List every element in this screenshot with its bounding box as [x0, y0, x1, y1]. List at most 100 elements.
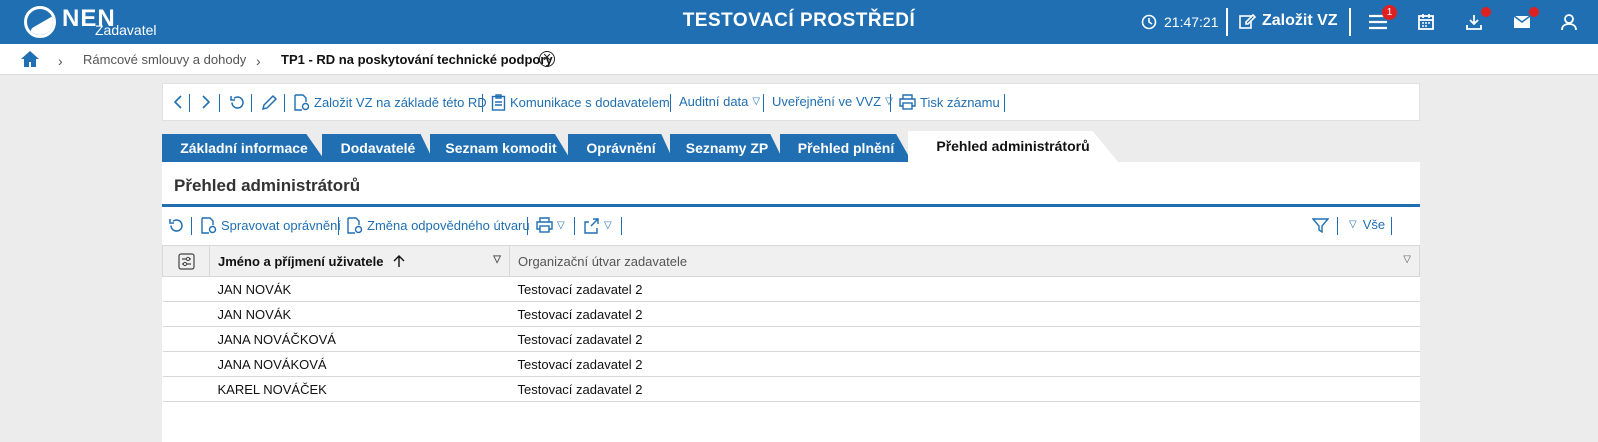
divider: [1349, 8, 1351, 36]
user-profile-button[interactable]: [1558, 11, 1580, 33]
table-header-row: Jméno a příjmení uživatele ▽ Organizační…: [162, 245, 1420, 277]
divider: [890, 94, 891, 112]
change-unit-label: Změna odpovědného útvaru: [367, 218, 530, 233]
breadcrumb: › Rámcové smlouvy a dohody › TP1 - RD na…: [0, 44, 1598, 75]
menu-badge: 1: [1382, 5, 1397, 20]
tab-basic-info[interactable]: Základní informace: [162, 134, 326, 162]
chevron-left-icon: [173, 95, 182, 109]
caret-down-icon: ▽: [752, 96, 761, 107]
refresh-button[interactable]: [229, 94, 250, 111]
column-filter-icon[interactable]: ▽: [1403, 254, 1411, 265]
divider: [1226, 8, 1228, 36]
cell-org-unit: Testovací zadavatel 2: [509, 276, 1420, 302]
chevron-right-icon: ›: [256, 53, 261, 69]
menu-button[interactable]: 1: [1367, 5, 1397, 33]
column-header-name[interactable]: Jméno a příjmení uživatele ▽: [209, 245, 510, 277]
home-button[interactable]: [20, 50, 40, 71]
tab-zp-lists[interactable]: Seznamy ZP: [670, 134, 784, 162]
table-row[interactable]: KAREL NOVÁČEK Testovací zadavatel 2: [162, 376, 1420, 402]
refresh-icon: [169, 219, 183, 232]
cell-user-name: JAN NOVÁK: [209, 301, 510, 327]
publish-vvz-dropdown[interactable]: Uveřejnění ve VVZ ▽: [772, 94, 893, 109]
messages-button[interactable]: [1511, 7, 1539, 33]
grid-print-dropdown[interactable]: ▽: [536, 217, 565, 233]
create-vz-button[interactable]: Založit VZ: [1238, 12, 1338, 30]
divider: [574, 217, 575, 235]
grid-toolbar: Spravovat oprávnění Změna odpovědného út…: [162, 207, 1420, 243]
user-icon: [1561, 14, 1577, 31]
view-selector-dropdown[interactable]: ▽ Vše: [1349, 217, 1385, 232]
filter-icon: [1312, 218, 1329, 234]
calendar-icon: [1418, 14, 1434, 30]
export-icon: [584, 218, 599, 234]
environment-title: TESTOVACÍ PROSTŘEDÍ: [682, 10, 916, 31]
tab-permissions[interactable]: Oprávnění: [568, 134, 674, 162]
tab-commodities[interactable]: Seznam komodit: [430, 134, 572, 162]
manage-permissions-button[interactable]: Spravovat oprávnění: [200, 217, 341, 234]
panel-title: Přehled administrátorů: [174, 176, 361, 195]
create-vz-from-rd-button[interactable]: Založit VZ na základě této RD: [293, 94, 487, 111]
cell-org-unit: Testovací zadavatel 2: [509, 351, 1420, 377]
document-gear-icon: [347, 217, 363, 234]
tab-fulfillment[interactable]: Přehled plnění: [780, 134, 912, 162]
create-vz-from-rd-label: Založit VZ na základě této RD: [314, 95, 487, 110]
breadcrumb-current: TP1 - RD na poskytování technické podpor…: [281, 52, 553, 67]
divider: [1337, 217, 1338, 235]
printer-icon: [536, 217, 553, 233]
table-row[interactable]: JAN NOVÁK Testovací zadavatel 2: [162, 276, 1420, 302]
column-header-unit[interactable]: Organizační útvar zadavatele ▽: [509, 245, 1420, 277]
nen-logo-icon: [24, 6, 56, 38]
divider: [621, 217, 622, 235]
print-record-label: Tisk záznamu: [920, 94, 1000, 110]
supplier-communication-button[interactable]: Komunikace s dodavatelem: [491, 94, 670, 111]
download-notification-dot: [1481, 7, 1491, 17]
next-button[interactable]: [201, 94, 215, 110]
print-record-button[interactable]: Tisk záznamu: [899, 94, 1000, 110]
clipboard-icon: [491, 94, 506, 111]
previous-button[interactable]: [173, 94, 187, 110]
column-settings-cell[interactable]: [162, 245, 210, 277]
cell-user-name: JAN NOVÁK: [209, 276, 510, 302]
grid-refresh-button[interactable]: [168, 217, 189, 234]
close-icon[interactable]: ✕: [539, 51, 555, 67]
change-unit-button[interactable]: Změna odpovědného útvaru: [346, 217, 530, 234]
row-select-cell[interactable]: [162, 276, 210, 302]
filter-button[interactable]: [1312, 217, 1333, 234]
divider: [338, 217, 339, 235]
caret-down-icon: ▽: [1349, 219, 1357, 230]
tab-suppliers[interactable]: Dodavatelé: [322, 134, 434, 162]
chevron-right-icon: [202, 95, 211, 109]
tab-administrators[interactable]: Přehled administrátorů: [908, 131, 1118, 162]
edit-button[interactable]: [260, 94, 282, 112]
divider: [251, 94, 252, 112]
row-select-cell[interactable]: [162, 301, 210, 327]
download-button[interactable]: [1463, 7, 1491, 33]
clock-icon: [1141, 14, 1157, 30]
divider: [191, 217, 192, 235]
row-select-cell[interactable]: [162, 326, 210, 352]
calendar-button[interactable]: [1415, 11, 1437, 33]
printer-icon: [899, 94, 916, 110]
clock-time: 21:47:21: [1164, 14, 1219, 30]
cell-user-name: KAREL NOVÁČEK: [209, 376, 510, 402]
row-select-cell[interactable]: [162, 351, 210, 377]
breadcrumb-item[interactable]: Rámcové smlouvy a dohody: [83, 52, 246, 67]
caret-down-icon: ▽: [885, 96, 893, 107]
edit-icon: [1239, 13, 1256, 29]
column-header-unit-label: Organizační útvar zadavatele: [518, 253, 688, 269]
column-settings-icon: [177, 252, 195, 270]
divider: [219, 94, 220, 112]
audit-data-dropdown[interactable]: Auditní data ▽: [679, 94, 760, 109]
grid-export-dropdown[interactable]: ▽: [583, 217, 612, 234]
caret-down-icon: ▽: [604, 220, 612, 231]
publish-vvz-label: Uveřejnění ve VVZ: [772, 94, 882, 109]
table-row[interactable]: JANA NOVÁČKOVÁ Testovací zadavatel 2: [162, 326, 1420, 352]
table-row[interactable]: JANA NOVÁKOVÁ Testovací zadavatel 2: [162, 351, 1420, 377]
sort-ascending-icon: [393, 254, 405, 267]
row-select-cell[interactable]: [162, 376, 210, 402]
caret-down-icon: ▽: [557, 219, 565, 231]
column-filter-icon[interactable]: ▽: [493, 254, 501, 265]
divider: [1004, 94, 1005, 112]
mail-icon: [1513, 15, 1531, 28]
table-row[interactable]: JAN NOVÁK Testovací zadavatel 2: [162, 301, 1420, 327]
